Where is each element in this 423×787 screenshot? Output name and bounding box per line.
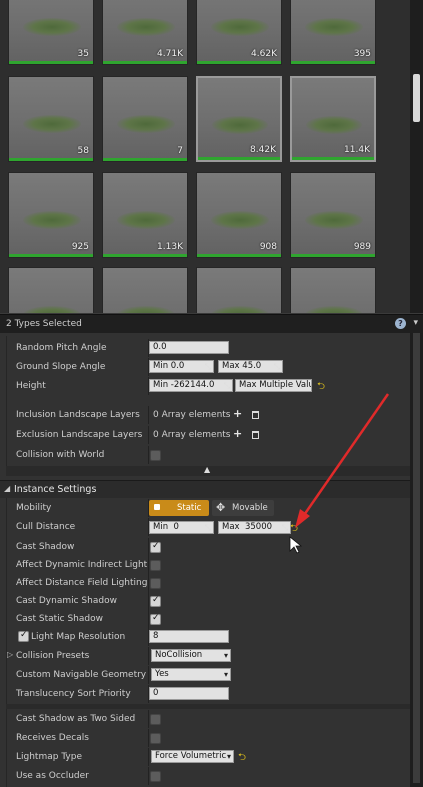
- annotation-arrow: [289, 393, 390, 554]
- mouse-cursor-icon: [289, 536, 303, 554]
